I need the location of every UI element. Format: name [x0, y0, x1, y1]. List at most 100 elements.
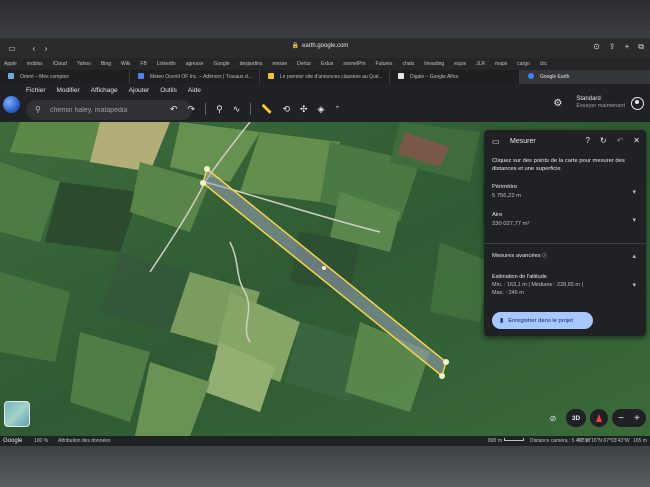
- measure-panel-header: ▭ Mesurer ? ↻ ↶ ✕: [484, 130, 646, 154]
- favorite-link[interactable]: Wiki: [121, 61, 130, 67]
- measure-panel-actions: ? ↻ ↶ ✕: [585, 136, 640, 145]
- google-brand: Google: [3, 438, 23, 444]
- close-icon[interactable]: ✕: [633, 136, 640, 145]
- advanced-measures-label: Mesures avancées: [492, 253, 541, 259]
- placemark-icon[interactable]: ⚲: [216, 104, 223, 115]
- browser-tab-active[interactable]: Google Earth: [520, 70, 650, 84]
- menu-modifier[interactable]: Modifier: [57, 87, 80, 94]
- altitude-section[interactable]: Estimation de l'altitude Min. : 163,1 m …: [492, 273, 638, 297]
- plan-promo[interactable]: Standard Essayer maintenant: [576, 96, 625, 110]
- hide-layers-icon[interactable]: ⊘: [543, 409, 563, 427]
- measure-vertex[interactable]: [443, 359, 449, 365]
- favorite-link[interactable]: desjardins: [240, 61, 263, 67]
- street-view-icon[interactable]: ⟲: [282, 104, 290, 115]
- favorite-link[interactable]: JLR: [476, 61, 485, 67]
- favorite-link[interactable]: linvading: [424, 61, 444, 67]
- measure-ruler-icon[interactable]: 📏: [261, 104, 272, 115]
- area-section[interactable]: Aire 330 027,77 m² ▾: [492, 212, 638, 227]
- zoom-controls: − +: [612, 409, 646, 427]
- favorite-link[interactable]: mobiss: [27, 61, 43, 67]
- map-style-thumbnail[interactable]: [4, 401, 30, 427]
- zoom-out-icon[interactable]: −: [618, 413, 624, 424]
- forward-icon[interactable]: ›: [40, 44, 52, 53]
- back-icon[interactable]: ‹: [28, 44, 40, 53]
- favorite-link[interactable]: FB: [140, 61, 146, 67]
- photo-frame-bottom: [0, 446, 650, 487]
- favorite-link[interactable]: chats: [402, 61, 414, 67]
- tab-favicon: [528, 73, 534, 79]
- measure-midpoint[interactable]: [322, 266, 326, 270]
- safari-actions: ⊙ ⇪ + ⧉: [593, 42, 644, 52]
- path-icon[interactable]: ∿: [233, 104, 241, 115]
- share-icon[interactable]: ⇪: [609, 42, 616, 52]
- measure-panel: ▭ Mesurer ? ↻ ↶ ✕ Cliquez sur des points…: [484, 130, 646, 336]
- zoom-in-icon[interactable]: +: [634, 413, 640, 424]
- address-bar[interactable]: 🔒 earth.google.com: [190, 42, 450, 54]
- gear-icon[interactable]: ⚙: [553, 98, 562, 109]
- info-icon[interactable]: ⓘ: [542, 253, 547, 259]
- measure-vertex[interactable]: [200, 180, 206, 186]
- favorite-link[interactable]: iCloud: [53, 61, 67, 67]
- measure-panel-title: Mesurer: [510, 138, 536, 145]
- favorite-link[interactable]: Apple: [4, 61, 17, 67]
- favorite-link[interactable]: equis: [454, 61, 466, 67]
- menu-affichage[interactable]: Affichage: [91, 87, 118, 94]
- favorite-link[interactable]: LinkedIn: [157, 61, 176, 67]
- zoom-level: 100 %: [34, 438, 49, 444]
- favorite-link[interactable]: Dertur: [297, 61, 311, 67]
- undo-icon[interactable]: ↶: [617, 136, 624, 145]
- data-attribution-link[interactable]: Attribution des données: [58, 438, 111, 444]
- favorite-link[interactable]: Google: [213, 61, 229, 67]
- compass-icon[interactable]: [590, 409, 608, 427]
- ruler-icon: ▭: [492, 137, 500, 146]
- redo-icon[interactable]: ↷: [188, 104, 196, 115]
- favorite-link[interactable]: clic: [540, 61, 547, 67]
- favorite-link[interactable]: Bing: [101, 61, 111, 67]
- favorite-link[interactable]: sonnelPm: [343, 61, 365, 67]
- menu-fichier[interactable]: Fichier: [26, 87, 46, 94]
- favorite-link[interactable]: cargo: [517, 61, 530, 67]
- new-tab-icon[interactable]: +: [625, 42, 630, 52]
- chevron-up-icon[interactable]: ▴: [632, 252, 636, 260]
- layers-icon[interactable]: ◈: [318, 104, 325, 115]
- tab-overview-icon[interactable]: ⧉: [638, 42, 644, 52]
- earth-account-area: ⚙ Standard Essayer maintenant: [553, 96, 644, 110]
- browser-tab[interactable]: Orient – Mes comptes: [0, 70, 130, 84]
- save-to-project-button[interactable]: ▮ Enregistrer dans le projet: [492, 312, 593, 329]
- chevron-up-icon[interactable]: ⌃: [334, 105, 340, 113]
- lock-icon: 🔒: [291, 43, 300, 49]
- browser-tab[interactable]: Digale – Google Alfos: [390, 70, 520, 84]
- menu-outils[interactable]: Outils: [160, 87, 177, 94]
- browser-tab[interactable]: Meteo Ouvrid OF Inc. – Adénors | Travaux…: [130, 70, 260, 84]
- favorite-link[interactable]: Yahoo: [77, 61, 91, 67]
- menu-ajouter[interactable]: Ajouter: [129, 87, 150, 94]
- earth-logo[interactable]: [3, 96, 20, 113]
- account-avatar-icon[interactable]: [631, 96, 644, 110]
- perimeter-section[interactable]: Périmètre 5 756,22 m ▾: [492, 184, 638, 199]
- chevron-down-icon[interactable]: ▾: [632, 188, 636, 196]
- toggle-3d-button[interactable]: 3D: [566, 409, 586, 427]
- search-input[interactable]: [50, 104, 185, 116]
- undo-icon[interactable]: ↶: [170, 104, 178, 115]
- search-icon[interactable]: ⚲: [35, 105, 41, 114]
- favorite-link[interactable]: agresse: [186, 61, 204, 67]
- chevron-down-icon[interactable]: ▾: [632, 216, 636, 224]
- menu-aide[interactable]: Aide: [188, 87, 201, 94]
- help-icon[interactable]: ?: [585, 136, 589, 145]
- toolbar-divider: [205, 103, 207, 115]
- measure-vertex[interactable]: [204, 166, 210, 172]
- advanced-measures-toggle[interactable]: Mesures avancées ⓘ ▴: [492, 252, 638, 260]
- chevron-down-icon[interactable]: ▾: [632, 282, 636, 290]
- download-icon[interactable]: ⊙: [593, 42, 600, 52]
- capture-icon[interactable]: ✣: [300, 104, 308, 115]
- tab-favicon: [138, 73, 144, 79]
- browser-tab[interactable]: Le premier site d'annonces classées au Q…: [260, 70, 390, 84]
- refresh-icon[interactable]: ↻: [600, 136, 607, 145]
- favorite-link[interactable]: maps: [495, 61, 507, 67]
- search-box: ⚲: [26, 100, 192, 120]
- favorite-link[interactable]: messe: [272, 61, 287, 67]
- sidebar-icon[interactable]: ▭: [6, 44, 18, 53]
- favorite-link[interactable]: Exlus: [321, 61, 333, 67]
- measure-vertex[interactable]: [439, 373, 445, 379]
- favorite-link[interactable]: Futures: [376, 61, 393, 67]
